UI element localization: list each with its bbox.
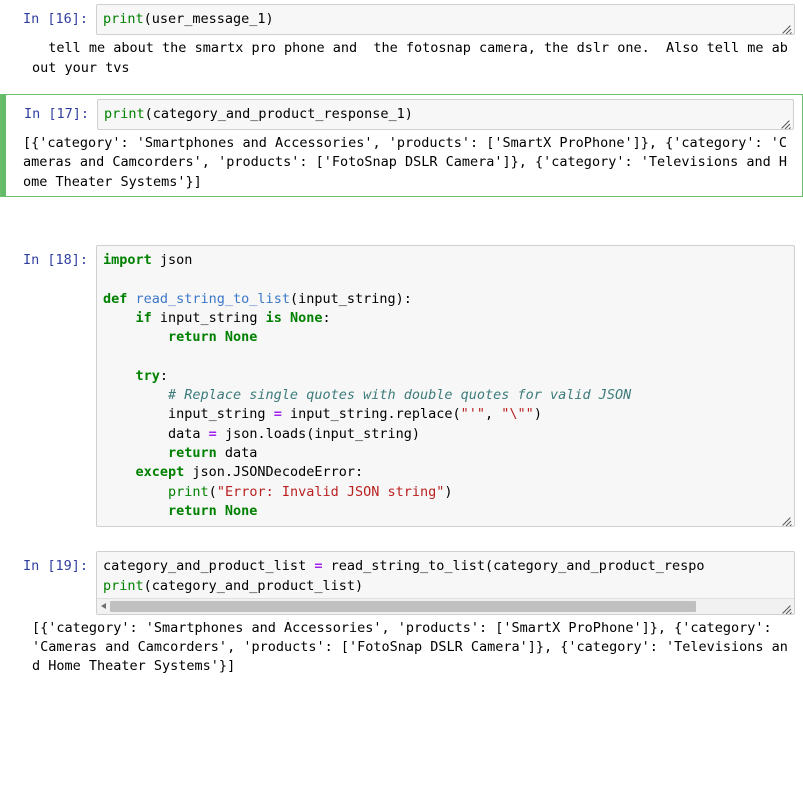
code-token-var: input_string xyxy=(151,309,266,326)
code-token-args: (category_and_product_response_1) xyxy=(144,105,413,122)
code-token-colon: : xyxy=(159,367,169,384)
cell-17-output: [{'category': 'Smartphones and Accessori… xyxy=(23,135,788,190)
code-token-print: print xyxy=(104,105,145,122)
code-token-var: data xyxy=(103,425,209,442)
code-token-comma: , xyxy=(485,406,502,423)
cell-18-code[interactable]: import json def read_string_to_list(inpu… xyxy=(103,251,788,521)
cell-19-code[interactable]: category_and_product_list = read_string_… xyxy=(103,557,788,596)
code-token-assign: = xyxy=(208,425,217,442)
code-token-if: if xyxy=(103,309,152,326)
code-token-call: json.loads(input_string) xyxy=(216,425,421,442)
code-token-colon: : xyxy=(322,309,331,326)
cell-16-code[interactable]: print(user_message_1) xyxy=(103,10,788,29)
code-token-exception: json.JSONDecodeError: xyxy=(184,464,364,481)
code-token-comment: # Replace single quotes with double quot… xyxy=(103,387,632,404)
cell-17-input-area[interactable]: print(category_and_product_response_1) xyxy=(97,98,794,131)
code-token-def: def xyxy=(103,290,128,307)
notebook-cell-16[interactable]: In [16]: print(user_message_1) tell me a… xyxy=(0,0,803,82)
notebook-cell-17[interactable]: In [17]: print(category_and_product_resp… xyxy=(0,93,803,198)
code-token-module: json xyxy=(151,252,193,269)
code-token-params: (input_string): xyxy=(289,290,412,307)
cell-18-input-area[interactable]: import json def read_string_to_list(inpu… xyxy=(96,245,795,528)
code-token-print: print xyxy=(168,483,209,500)
code-token-args: (user_message_1) xyxy=(143,11,274,27)
code-token-args: (category_and_product_list) xyxy=(143,577,364,594)
code-token-import: import xyxy=(103,252,152,269)
code-token-var: input_string xyxy=(103,406,274,423)
cell-18-row: In [18]: import json def read_string_to_… xyxy=(10,245,795,528)
cell-spacer xyxy=(0,225,803,241)
cell-19-row: In [19]: category_and_product_list = rea… xyxy=(10,551,795,615)
code-token-try: try xyxy=(103,367,160,384)
code-token-paren: ) xyxy=(533,406,542,423)
code-token-paren: ( xyxy=(208,483,217,500)
cell-19-input-area[interactable]: category_and_product_list = read_string_… xyxy=(96,551,795,615)
code-token-return: return xyxy=(103,445,217,462)
code-token-return-none: return None xyxy=(103,329,258,346)
notebook-cell-18[interactable]: In [18]: import json def read_string_to_… xyxy=(0,241,803,531)
cell-16-prompt: In [16]: xyxy=(22,11,88,27)
code-token-return-none: return None xyxy=(103,502,258,519)
code-token-string: "\"" xyxy=(501,406,534,423)
cell-spacer xyxy=(0,531,803,547)
code-token-is: is xyxy=(265,309,282,326)
cell-17-prompt: In [17]: xyxy=(23,105,89,122)
code-token-indent xyxy=(103,484,168,500)
notebook-cell-19[interactable]: In [19]: category_and_product_list = rea… xyxy=(0,547,803,680)
code-token-call: read_string_to_list(category_and_product… xyxy=(322,558,705,575)
code-token-call: input_string.replace( xyxy=(281,406,461,423)
cell-16-output: tell me about the smartx pro phone and t… xyxy=(32,40,788,76)
notebook-cell-markdown-heading[interactable] xyxy=(0,217,803,225)
code-token-var: category_and_product_list xyxy=(103,558,315,575)
code-token-funcname: read_string_to_list xyxy=(127,290,290,307)
scrollbar-thumb[interactable] xyxy=(110,600,697,612)
code-token-string: "'" xyxy=(460,406,486,423)
cell-spacer xyxy=(0,82,803,94)
code-token-print: print xyxy=(103,577,144,594)
scroll-left-arrow-icon[interactable] xyxy=(97,599,110,614)
code-token-paren: ) xyxy=(444,483,453,500)
cell-17-code[interactable]: print(category_and_product_response_1) xyxy=(104,105,787,124)
code-token-except: except xyxy=(103,464,185,481)
cell-spacer xyxy=(0,197,803,217)
cell-17-row: In [17]: print(category_and_product_resp… xyxy=(11,98,794,131)
code-token-none: None xyxy=(281,309,323,326)
notebook-container: In [16]: print(user_message_1) tell me a… xyxy=(0,0,803,789)
cell-16-row: In [16]: print(user_message_1) xyxy=(10,4,795,36)
horizontal-scrollbar[interactable] xyxy=(97,597,794,614)
code-token-print: print xyxy=(103,11,144,27)
code-token-var: data xyxy=(216,445,258,462)
cell-18-prompt: In [18]: xyxy=(22,252,88,269)
cell-16-input-area[interactable]: print(user_message_1) xyxy=(96,4,795,36)
code-token-string: "Error: Invalid JSON string" xyxy=(216,483,445,500)
cell-19-output: [{'category': 'Smartphones and Accessori… xyxy=(32,619,788,675)
cell-19-prompt: In [19]: xyxy=(22,558,88,575)
code-token-assign: = xyxy=(273,406,282,423)
